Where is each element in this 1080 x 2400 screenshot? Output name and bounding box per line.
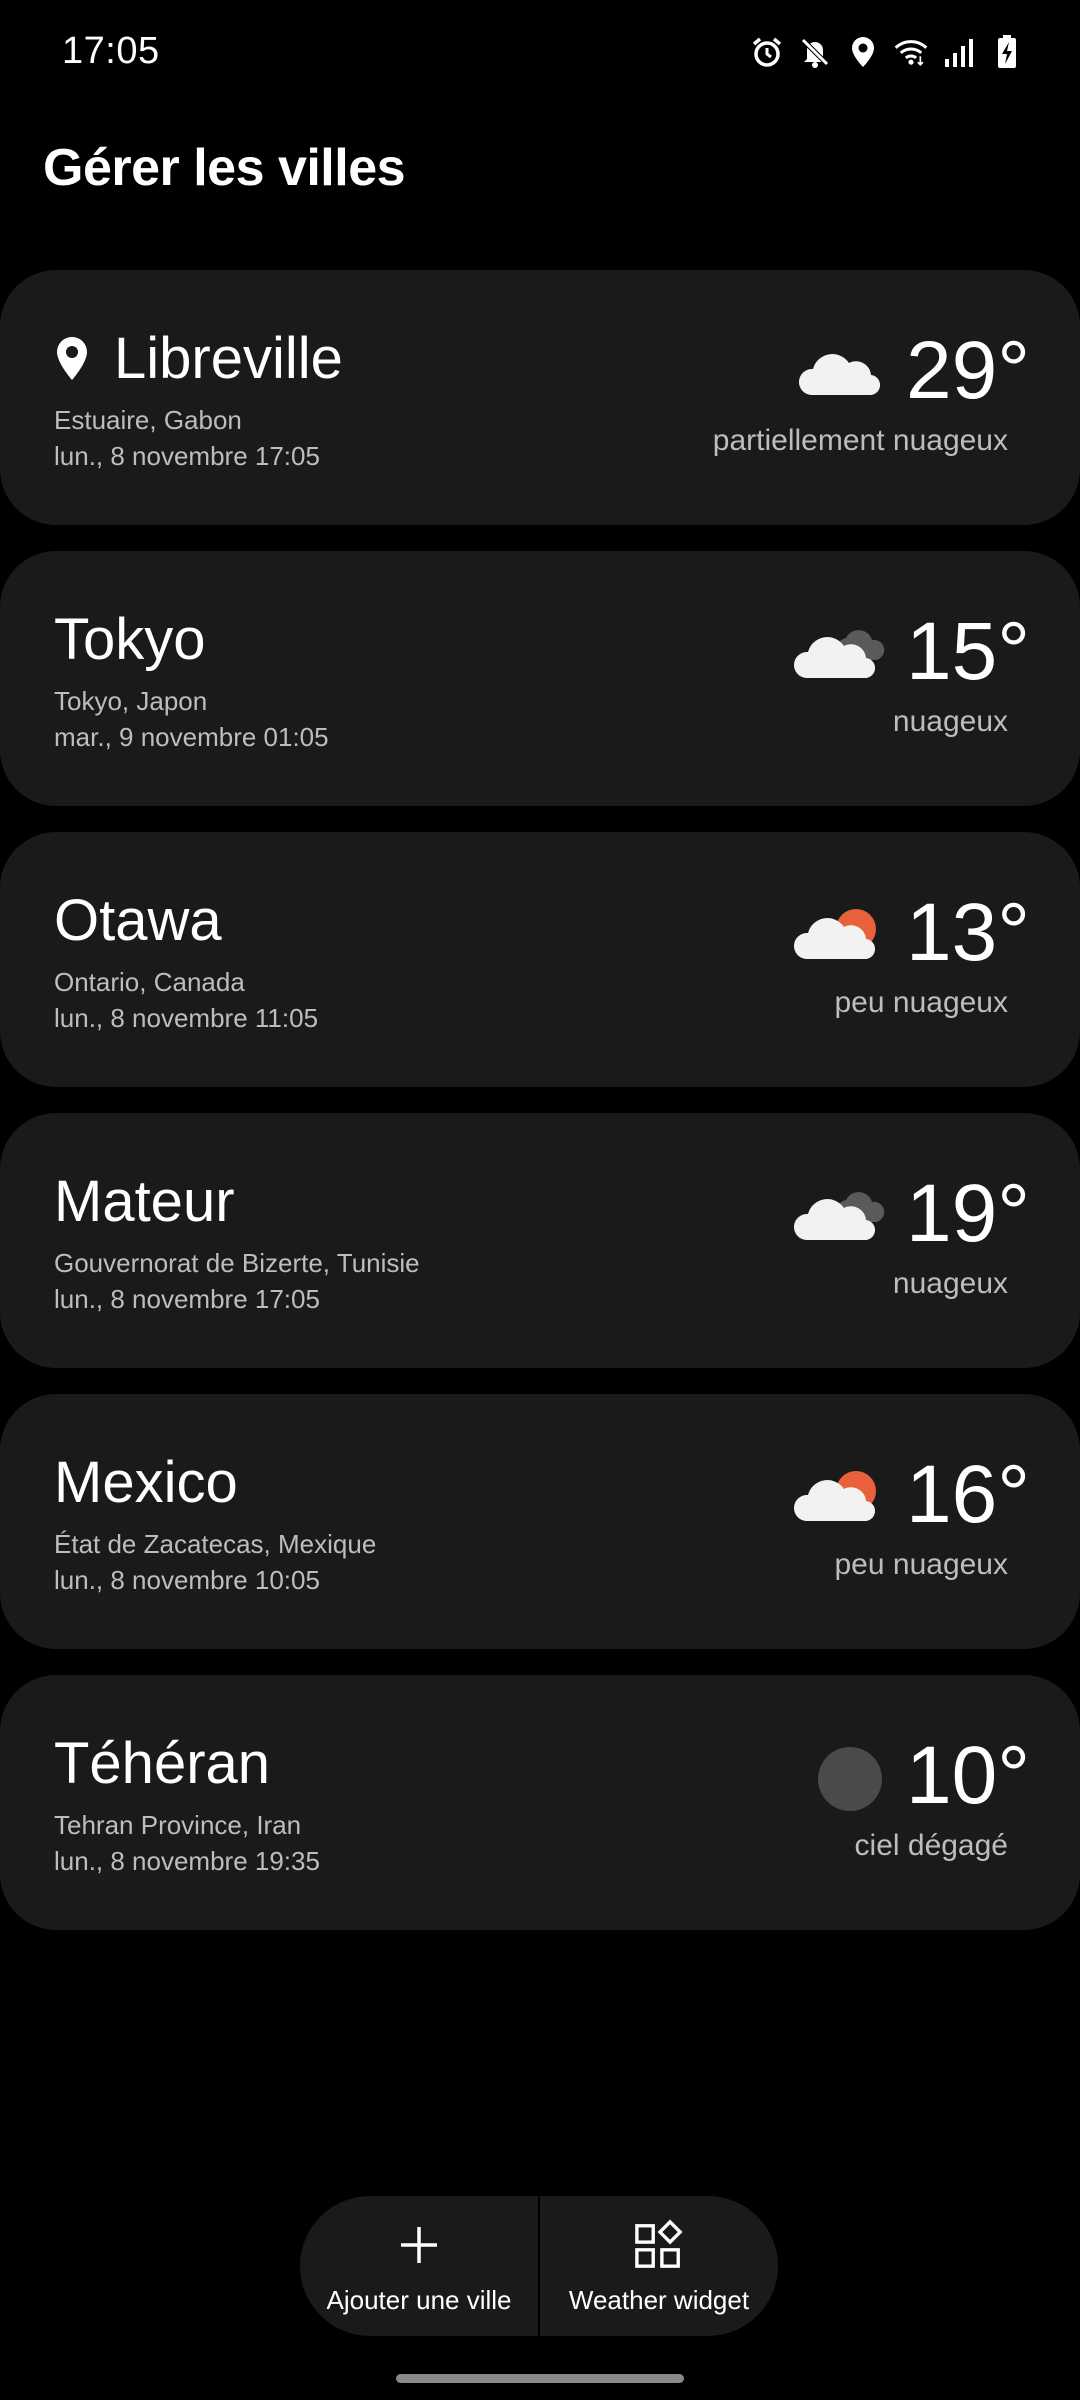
status-icons: [750, 34, 1024, 70]
weather-condition: peu nuageux: [834, 986, 1009, 1019]
sun-behind-cloud-icon: [792, 898, 888, 968]
mute-icon: [798, 34, 832, 70]
partly-cloudy-icon: [792, 336, 888, 406]
city-card-libreville[interactable]: Libreville Estuaire, Gabon lun., 8 novem…: [0, 270, 1080, 525]
city-name: Tokyo: [54, 607, 206, 672]
city-name-row: Mexico: [54, 1454, 238, 1512]
plus-icon: [394, 2217, 444, 2273]
weather-widget-button[interactable]: Weather widget: [540, 2196, 778, 2336]
clear-night-moon-icon: [792, 1741, 888, 1811]
weather-block: 15° nuageux: [792, 611, 1030, 739]
temperature: 16°: [905, 1449, 1030, 1540]
alarm-icon: [750, 34, 784, 70]
cloudy-icon: [792, 1179, 888, 1249]
cloudy-icon: [792, 617, 888, 687]
city-region: Tehran Province, Iran: [54, 1810, 302, 1840]
city-datetime: lun., 8 novembre 17:05: [54, 1284, 320, 1314]
city-region: Tokyo, Japon: [54, 686, 208, 716]
city-name: Mexico: [54, 1450, 238, 1515]
temperature: 13°: [905, 887, 1030, 978]
current-location-pin-icon: [54, 334, 90, 384]
city-name-row: Mateur: [54, 1173, 235, 1231]
city-card-mateur[interactable]: Mateur Gouvernorat de Bizerte, Tunisie l…: [0, 1113, 1080, 1368]
city-card-teheran[interactable]: Téhéran Tehran Province, Iran lun., 8 no…: [0, 1675, 1080, 1930]
city-name-row: Otawa: [54, 892, 222, 950]
city-datetime: lun., 8 novembre 17:05: [54, 441, 320, 471]
add-city-button[interactable]: Ajouter une ville: [300, 2196, 538, 2336]
temperature: 19°: [905, 1168, 1030, 1259]
battery-charging-icon: [990, 34, 1024, 70]
status-bar: 17:05: [0, 0, 1080, 110]
city-name: Téhéran: [54, 1731, 271, 1796]
city-card-tokyo[interactable]: Tokyo Tokyo, Japon mar., 9 novembre 01:0…: [0, 551, 1080, 806]
city-card-mexico[interactable]: Mexico État de Zacatecas, Mexique lun., …: [0, 1394, 1080, 1649]
temperature: 29°: [905, 325, 1030, 416]
location-icon: [846, 34, 880, 70]
wifi-icon: [894, 34, 928, 70]
weather-block: 19° nuageux: [792, 1173, 1030, 1301]
weather-block: 29° partiellement nuageux: [713, 330, 1030, 458]
city-name-row: Tokyo: [54, 611, 206, 669]
add-city-label: Ajouter une ville: [326, 2284, 512, 2315]
city-region: Gouvernorat de Bizerte, Tunisie: [54, 1248, 420, 1278]
city-name: Mateur: [54, 1169, 235, 1234]
temperature: 15°: [905, 606, 1030, 697]
widgets-icon: [634, 2217, 684, 2273]
city-datetime: lun., 8 novembre 19:35: [54, 1846, 320, 1876]
temperature: 10°: [905, 1730, 1030, 1821]
city-name: Otawa: [54, 888, 222, 953]
weather-condition: nuageux: [892, 1267, 1008, 1300]
weather-condition: partiellement nuageux: [712, 424, 1008, 457]
navigation-gesture-bar[interactable]: [396, 2374, 684, 2383]
page-title: Gérer les villes: [43, 139, 406, 197]
status-time: 17:05: [62, 30, 160, 72]
signal-icon: [942, 34, 976, 70]
weather-condition: nuageux: [892, 705, 1008, 738]
city-datetime: lun., 8 novembre 10:05: [54, 1565, 320, 1595]
city-name-row: Téhéran: [54, 1735, 270, 1793]
city-region: État de Zacatecas, Mexique: [54, 1529, 377, 1559]
weather-block: 10° ciel dégagé: [792, 1735, 1030, 1863]
bottom-action-bar: Ajouter une ville Weather widget: [300, 2196, 778, 2336]
weather-condition: ciel dégagé: [854, 1829, 1008, 1862]
city-datetime: mar., 9 novembre 01:05: [54, 722, 329, 752]
city-card-otawa[interactable]: Otawa Ontario, Canada lun., 8 novembre 1…: [0, 832, 1080, 1087]
city-region: Estuaire, Gabon: [54, 405, 242, 435]
weather-block: 13° peu nuageux: [792, 892, 1030, 1020]
city-name: Libreville: [114, 326, 343, 391]
weather-block: 16° peu nuageux: [792, 1454, 1030, 1582]
weather-widget-label: Weather widget: [568, 2284, 750, 2315]
city-name-row: Libreville: [54, 330, 343, 388]
city-datetime: lun., 8 novembre 11:05: [54, 1003, 319, 1033]
sun-behind-cloud-icon: [792, 1460, 888, 1530]
weather-condition: peu nuageux: [834, 1548, 1009, 1581]
city-region: Ontario, Canada: [54, 967, 245, 997]
